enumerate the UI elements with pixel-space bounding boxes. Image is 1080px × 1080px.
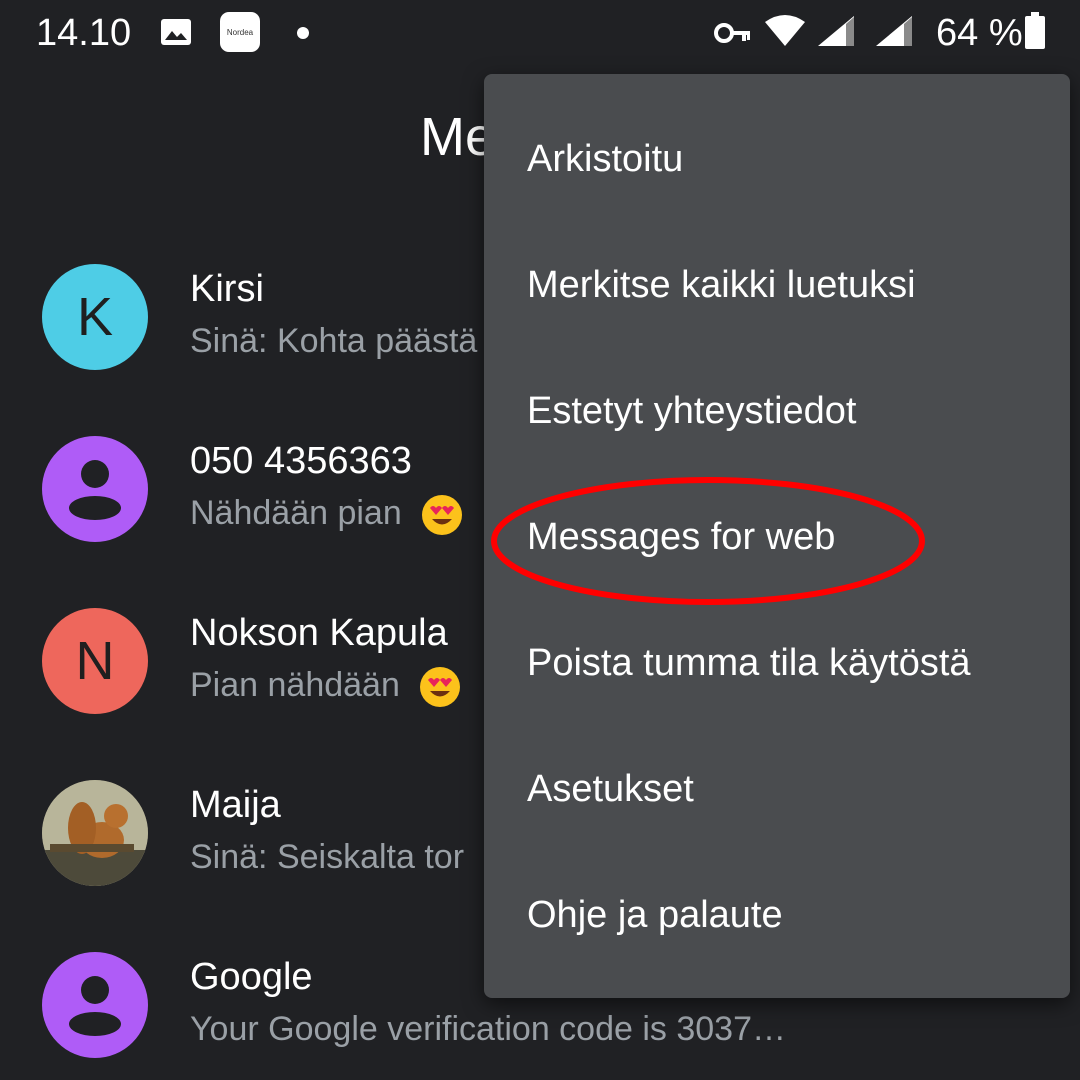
conversation-snippet-row: Nähdään pian bbox=[190, 494, 463, 536]
status-time: 14.10 bbox=[36, 12, 132, 54]
conversation-snippet-row: Pian nähdään bbox=[190, 666, 461, 708]
squirrel-photo-icon bbox=[42, 780, 148, 886]
nordea-app-icon: Nordea bbox=[220, 12, 260, 52]
conversation-snippet: Sinä: Seiskalta tor bbox=[190, 838, 465, 876]
dot-icon bbox=[297, 27, 309, 39]
avatar: K bbox=[42, 264, 148, 370]
menu-item-archived[interactable]: Arkistoitu bbox=[484, 96, 1070, 222]
avatar-letter: N bbox=[75, 631, 115, 691]
menu-item-settings[interactable]: Asetukset bbox=[484, 726, 1070, 852]
avatar bbox=[42, 952, 148, 1058]
conversation-snippet: Your Google verification code is 3037… bbox=[190, 1010, 786, 1048]
battery-percentage: 64 % bbox=[936, 12, 1023, 54]
conversation-name: Nokson Kapula bbox=[190, 612, 448, 654]
menu-item-disable-dark-mode[interactable]: Poista tumma tila käytöstä bbox=[484, 600, 1070, 726]
avatar bbox=[42, 436, 148, 542]
conversation-name: Kirsi bbox=[190, 268, 264, 310]
overflow-menu: Arkistoitu Merkitse kaikki luetuksi Este… bbox=[484, 74, 1070, 998]
menu-item-blocked-contacts[interactable]: Estetyt yhteystiedot bbox=[484, 348, 1070, 474]
menu-item-messages-for-web[interactable]: Messages for web bbox=[484, 474, 1070, 600]
conversation-name: Google bbox=[190, 956, 313, 998]
nordea-app-label: Nordea bbox=[226, 27, 254, 37]
person-icon bbox=[69, 460, 121, 520]
vpn-key-icon bbox=[714, 23, 750, 43]
person-icon bbox=[69, 976, 121, 1036]
conversation-name: Maija bbox=[190, 784, 281, 826]
conversation-snippet: Nähdään pian bbox=[190, 494, 402, 532]
image-icon bbox=[161, 19, 191, 45]
heart-eyes-emoji-icon bbox=[420, 667, 461, 708]
avatar-letter: K bbox=[76, 287, 114, 347]
avatar: N bbox=[42, 608, 148, 714]
avatar bbox=[42, 780, 148, 886]
conversation-name: 050 4356363 bbox=[190, 440, 412, 482]
conversation-snippet: Pian nähdään bbox=[190, 666, 400, 704]
menu-item-mark-all-read[interactable]: Merkitse kaikki luetuksi bbox=[484, 222, 1070, 348]
status-bar: 14.10 Nordea 64 % bbox=[0, 0, 1080, 70]
cell-signal-icon bbox=[876, 16, 912, 46]
menu-item-help-feedback[interactable]: Ohje ja palaute bbox=[484, 852, 1070, 978]
battery-icon bbox=[1025, 12, 1045, 49]
heart-eyes-emoji-icon bbox=[422, 495, 463, 536]
cell-signal-icon bbox=[818, 16, 854, 46]
wifi-icon bbox=[765, 15, 805, 46]
conversation-snippet: Sinä: Kohta päästä bbox=[190, 322, 478, 360]
